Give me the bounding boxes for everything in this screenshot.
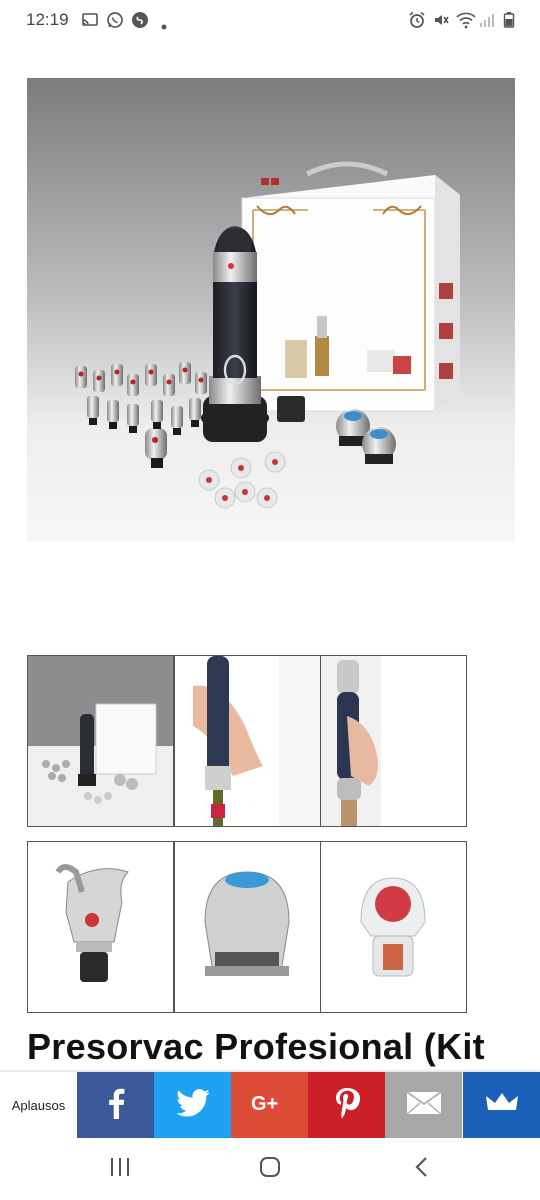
pinterest-share-button[interactable] bbox=[308, 1072, 385, 1138]
main-product-image[interactable] bbox=[27, 78, 515, 542]
whatsapp-icon bbox=[106, 11, 124, 34]
thumbnail-pump-base[interactable] bbox=[174, 841, 321, 1013]
home-button[interactable] bbox=[240, 1150, 300, 1188]
share-bar: Aplausos G+ bbox=[0, 1072, 540, 1138]
twitter-icon bbox=[175, 1088, 210, 1122]
pinterest-icon bbox=[334, 1087, 360, 1124]
google-plus-share-button[interactable]: G+ bbox=[231, 1072, 308, 1138]
status-time: 12:19 bbox=[26, 10, 69, 29]
recent-apps-icon bbox=[109, 1157, 131, 1182]
wifi-icon bbox=[456, 11, 476, 34]
product-title: Presorvac Profesional (Kit bbox=[27, 1026, 485, 1067]
navigation-bar bbox=[0, 1138, 540, 1200]
pump-base-thumb bbox=[175, 842, 320, 1012]
pump-on-bottle-thumb bbox=[175, 656, 320, 826]
thumbnail-kit-overview[interactable] bbox=[27, 655, 174, 827]
red-stopper-thumb bbox=[321, 842, 466, 1012]
envelope-icon bbox=[406, 1090, 442, 1120]
thumbnail-pump-in-hand[interactable] bbox=[320, 655, 467, 827]
thumbnail-pump-on-bottle[interactable] bbox=[174, 655, 321, 827]
status-bar: 12:19 bbox=[0, 0, 540, 40]
google-plus-icon: G+ bbox=[251, 1091, 289, 1120]
pourer-stopper-thumb bbox=[28, 842, 173, 1012]
sumo-share-button[interactable] bbox=[463, 1072, 540, 1138]
thumbnail-pourer-stopper[interactable] bbox=[27, 841, 174, 1013]
kit-overview-thumb bbox=[28, 656, 173, 826]
twitter-share-button[interactable] bbox=[154, 1072, 231, 1138]
cast-icon bbox=[81, 11, 99, 34]
share-label: Aplausos bbox=[11, 1097, 66, 1113]
shazam-icon bbox=[131, 11, 149, 34]
mute-icon bbox=[432, 11, 450, 34]
battery-icon bbox=[503, 11, 515, 34]
facebook-share-button[interactable] bbox=[77, 1072, 154, 1138]
back-button[interactable] bbox=[392, 1150, 452, 1188]
email-share-button[interactable] bbox=[385, 1072, 462, 1138]
svg-text:G+: G+ bbox=[251, 1093, 278, 1115]
facebook-icon bbox=[106, 1087, 126, 1124]
home-icon bbox=[259, 1156, 281, 1183]
back-chevron-icon bbox=[414, 1156, 430, 1183]
signal-icon bbox=[479, 11, 495, 34]
crown-icon bbox=[485, 1092, 518, 1119]
dot-icon bbox=[161, 17, 167, 35]
alarm-icon bbox=[408, 11, 426, 34]
pump-in-hand-thumb bbox=[321, 656, 466, 826]
presorvac-kit-photo bbox=[27, 78, 515, 542]
thumbnail-red-stopper[interactable] bbox=[320, 841, 467, 1013]
recent-apps-button[interactable] bbox=[90, 1150, 150, 1188]
